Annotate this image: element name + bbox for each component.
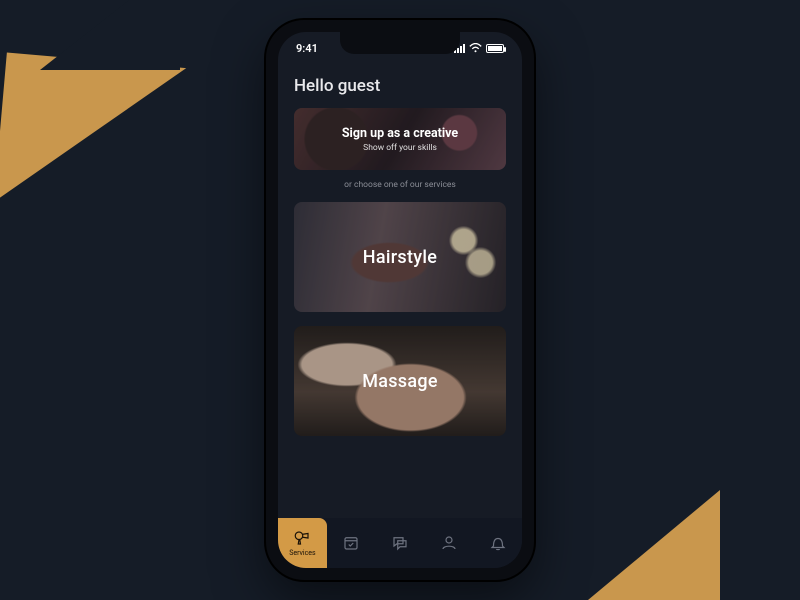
deco-triangle — [540, 490, 720, 600]
deco-triangle — [40, 0, 180, 70]
signup-subtitle: Show off your skills — [342, 143, 458, 153]
greeting-text: Hello guest — [294, 76, 506, 96]
hairdryer-icon — [293, 529, 311, 547]
service-card-hairstyle[interactable]: Hairstyle — [294, 202, 506, 312]
bottom-nav: Services — [278, 518, 522, 568]
screen: 9:41 Hello guest Sign up as a creative S… — [278, 32, 522, 568]
calendar-icon — [342, 534, 360, 552]
nav-label: Services — [289, 549, 315, 557]
phone-frame: 9:41 Hello guest Sign up as a creative S… — [266, 20, 534, 580]
service-label: Hairstyle — [363, 247, 437, 268]
nav-calendar[interactable] — [327, 518, 376, 568]
nav-chat[interactable] — [376, 518, 425, 568]
notch — [340, 32, 460, 54]
content-area: Hello guest Sign up as a creative Show o… — [278, 64, 522, 518]
service-label: Massage — [362, 371, 438, 392]
status-indicators — [454, 43, 504, 53]
nav-profile[interactable] — [424, 518, 473, 568]
nav-notifications[interactable] — [473, 518, 522, 568]
status-time: 9:41 — [296, 42, 318, 55]
chat-icon — [391, 534, 409, 552]
bell-icon — [489, 534, 507, 552]
wifi-icon — [469, 43, 482, 53]
signup-title: Sign up as a creative — [342, 126, 458, 141]
nav-services[interactable]: Services — [278, 518, 327, 568]
service-card-massage[interactable]: Massage — [294, 326, 506, 436]
battery-icon — [486, 44, 504, 53]
signup-card[interactable]: Sign up as a creative Show off your skil… — [294, 108, 506, 170]
deco-triangle — [0, 52, 186, 217]
divider-text: or choose one of our services — [294, 180, 506, 190]
user-icon — [440, 534, 458, 552]
